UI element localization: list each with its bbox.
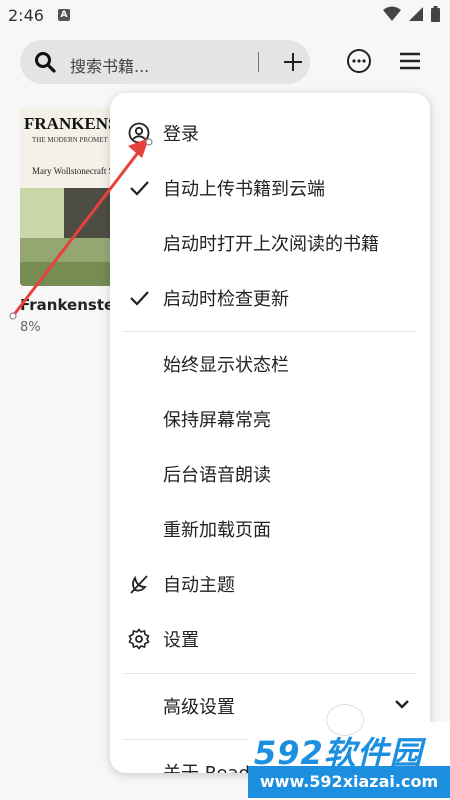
menu-label: 后台语音朗读 xyxy=(163,465,271,486)
search-bar[interactable]: 搜索书籍... xyxy=(20,40,310,84)
menu-item-background-tts[interactable]: 后台语音朗读 xyxy=(110,449,430,499)
menu-item-auto-theme[interactable]: 自动主题 xyxy=(110,559,430,609)
status-time: 2:46 xyxy=(8,6,44,25)
checkmark-icon xyxy=(130,181,149,196)
watermark: 592软件园 www.592xiazai.com xyxy=(248,704,450,800)
menu-label: 启动时打开上次阅读的书籍 xyxy=(163,234,379,255)
menu-item-reload-page[interactable]: 重新加载页面 xyxy=(110,504,430,554)
cover-title: FRANKENST xyxy=(24,114,120,133)
menu-label: 设置 xyxy=(163,630,199,651)
menu-divider xyxy=(123,673,417,674)
menu-item-open-last-book[interactable]: 启动时打开上次阅读的书籍 xyxy=(110,218,430,268)
menu-label: 登录 xyxy=(163,124,199,145)
menu-item-check-updates[interactable]: 启动时检查更新 xyxy=(110,273,430,323)
menu-label: 关于 Read xyxy=(163,759,250,773)
status-indicators xyxy=(383,6,440,22)
menu-label: 保持屏幕常亮 xyxy=(163,410,271,431)
hamburger-menu-icon[interactable] xyxy=(398,50,422,72)
menu-label: 自动主题 xyxy=(163,575,235,596)
status-bar: 2:46 A xyxy=(0,0,450,30)
menu-item-settings[interactable]: 设置 xyxy=(110,614,430,664)
menu-label: 重新加载页面 xyxy=(163,520,271,541)
watermark-url: www.592xiazai.com xyxy=(248,766,450,798)
menu-label: 高级设置 xyxy=(163,697,235,718)
overflow-menu: 登录 自动上传书籍到云端 启动时打开上次阅读的书籍 启动时检查更新 始终显示状态… xyxy=(110,93,430,773)
cover-subtitle: THE MODERN PROMET xyxy=(32,136,108,144)
search-input[interactable]: 搜索书籍... xyxy=(70,53,149,77)
menu-item-always-show-status-bar[interactable]: 始终显示状态栏 xyxy=(110,339,430,389)
wifi-icon xyxy=(383,6,401,21)
gear-icon xyxy=(128,628,150,650)
battery-icon xyxy=(431,6,440,22)
menu-item-keep-screen-on[interactable]: 保持屏幕常亮 xyxy=(110,394,430,444)
account-circle-icon xyxy=(128,122,150,144)
search-icon[interactable] xyxy=(34,51,56,73)
book-progress: 8% xyxy=(20,320,41,335)
plus-icon[interactable] xyxy=(282,51,304,73)
cover-illustration xyxy=(20,188,120,286)
menu-label: 始终显示状态栏 xyxy=(163,355,289,376)
signal-icon xyxy=(409,7,423,21)
more-horizontal-icon[interactable] xyxy=(346,48,372,74)
chevron-down-icon[interactable] xyxy=(394,698,410,710)
menu-label: 自动上传书籍到云端 xyxy=(163,179,325,200)
cover-header: FRANKENST THE MODERN PROMET Mary Wollsto… xyxy=(20,108,120,188)
menu-item-login[interactable]: 登录 xyxy=(110,108,430,158)
menu-item-auto-upload[interactable]: 自动上传书籍到云端 xyxy=(110,163,430,213)
menu-label: 启动时检查更新 xyxy=(163,289,289,310)
menu-divider xyxy=(123,331,417,332)
checkmark-icon xyxy=(130,291,149,306)
search-divider xyxy=(258,52,259,72)
cover-author: Mary Wollstonecraft S xyxy=(32,166,114,176)
theme-auto-icon xyxy=(130,575,148,594)
app-notification-icon: A xyxy=(58,9,70,21)
book-cover[interactable]: FRANKENST THE MODERN PROMET Mary Wollsto… xyxy=(20,108,120,286)
